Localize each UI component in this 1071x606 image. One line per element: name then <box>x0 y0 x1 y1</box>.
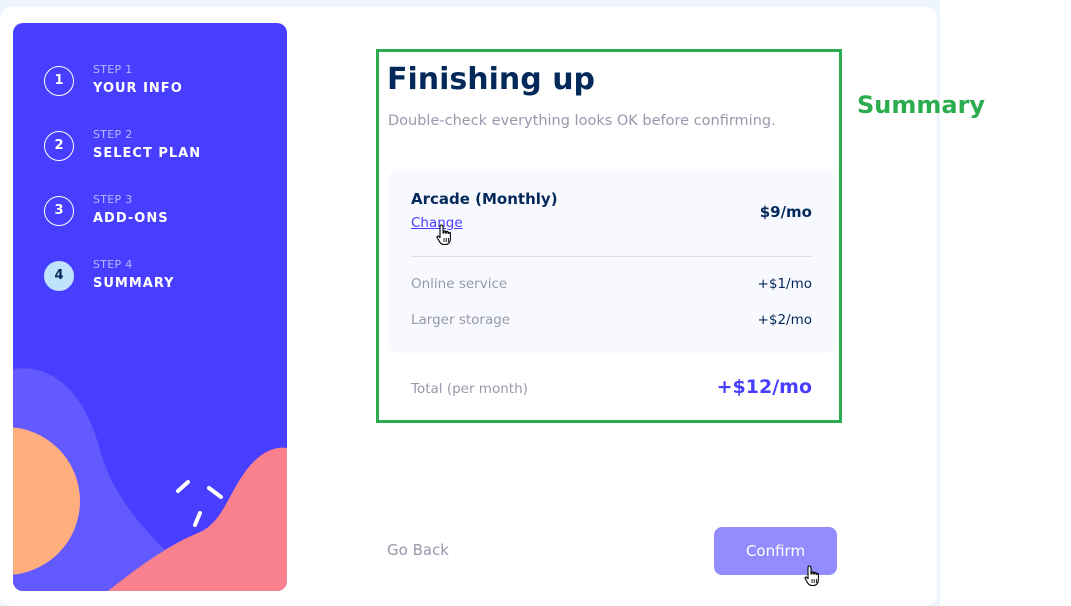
sidebar: 1 STEP 1 YOUR INFO 2 STEP 2 SELECT PLAN … <box>13 23 287 591</box>
step-number-1: 1 <box>44 65 74 96</box>
step-label: STEP 1 <box>93 63 133 76</box>
summary-annotation-label: Summary <box>857 91 986 119</box>
go-back-button[interactable]: Go Back <box>387 541 449 559</box>
sidebar-step-4: 4 STEP 4 SUMMARY <box>44 258 175 293</box>
sidebar-decoration <box>13 368 287 591</box>
step-number-4: 4 <box>44 260 74 291</box>
step-number-3: 3 <box>44 195 74 226</box>
sidebar-step-3: 3 STEP 3 ADD-ONS <box>44 193 169 228</box>
step-title: SUMMARY <box>93 276 175 291</box>
step-label: STEP 3 <box>93 193 133 206</box>
step-label: STEP 2 <box>93 128 133 141</box>
sidebar-step-1: 1 STEP 1 YOUR INFO <box>44 63 183 98</box>
step-title: YOUR INFO <box>93 81 183 96</box>
step-label: STEP 4 <box>93 258 133 271</box>
page: 1 STEP 1 YOUR INFO 2 STEP 2 SELECT PLAN … <box>0 0 1071 606</box>
sidebar-step-2: 2 STEP 2 SELECT PLAN <box>44 128 201 163</box>
step-number-2: 2 <box>44 130 74 161</box>
hand-pointer-cursor-icon <box>804 565 819 587</box>
hand-pointer-cursor-icon <box>436 224 451 246</box>
step-title: SELECT PLAN <box>93 146 202 161</box>
step-title: ADD-ONS <box>93 211 169 226</box>
